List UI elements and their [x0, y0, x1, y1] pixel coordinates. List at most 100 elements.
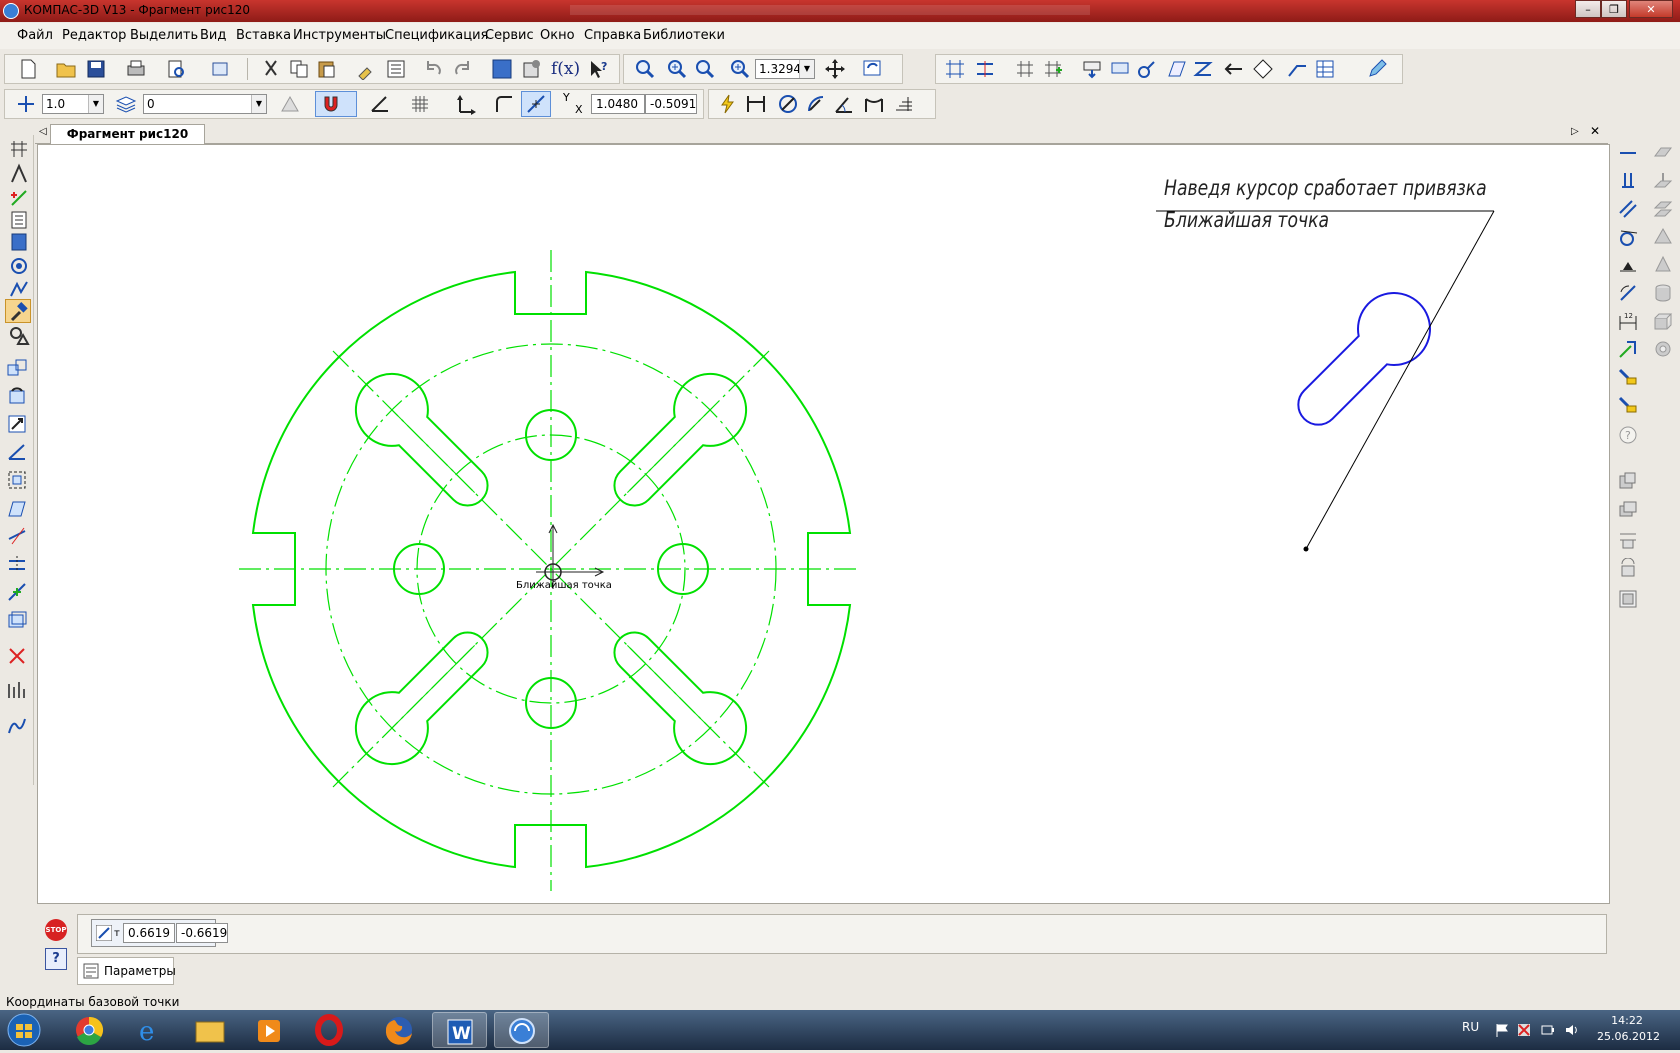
collinear-icon[interactable]	[1617, 282, 1639, 304]
contour-icon[interactable]	[6, 609, 28, 631]
menu-edit[interactable]: Редактор	[62, 28, 126, 43]
dimension-icon[interactable]	[944, 58, 966, 80]
trim-icon[interactable]	[6, 525, 28, 547]
angle-dimension-icon[interactable]	[833, 93, 855, 115]
copy-icon[interactable]	[288, 58, 310, 80]
leader-icon[interactable]	[1286, 58, 1308, 80]
menu-libraries[interactable]: Библиотеки	[643, 28, 725, 43]
solid-gear-icon[interactable]	[1652, 338, 1674, 360]
base-x-field[interactable]: 0.6619	[123, 923, 175, 943]
volume-icon[interactable]	[1564, 1022, 1580, 1038]
restore-button[interactable]: ❐	[1601, 0, 1627, 18]
diamond-icon[interactable]	[1252, 58, 1274, 80]
coord-y-field[interactable]: -0.5091	[645, 94, 697, 114]
menu-view[interactable]: Вид	[200, 28, 226, 43]
layer-combo[interactable]: 0 ▼	[143, 94, 267, 114]
zigzag-icon[interactable]	[1192, 58, 1214, 80]
power-icon[interactable]	[1540, 1022, 1556, 1038]
symmetry-icon[interactable]	[6, 441, 28, 463]
snap-point-button[interactable]	[521, 91, 551, 117]
dimensions-panel-icon[interactable]	[8, 187, 30, 209]
undo-icon[interactable]	[423, 58, 445, 80]
fx-button[interactable]: f(x)	[551, 59, 580, 79]
layers-icon[interactable]	[115, 93, 137, 115]
menu-help[interactable]: Справка	[584, 28, 641, 43]
solid-box-icon[interactable]	[1652, 310, 1674, 332]
open-folder-icon[interactable]	[55, 58, 77, 80]
edit-panel-button[interactable]	[5, 299, 31, 323]
edit-pencil-icon[interactable]	[1366, 58, 1388, 80]
print-preview-icon[interactable]	[165, 58, 187, 80]
align-icon[interactable]	[974, 58, 996, 80]
view-move-icon[interactable]	[1617, 528, 1639, 550]
base-y-field[interactable]: -0.6619	[176, 923, 228, 943]
tab-document[interactable]: Фрагмент рис120	[50, 124, 205, 144]
shapes-icon[interactable]	[8, 325, 30, 347]
tangent-icon[interactable]	[1617, 226, 1639, 248]
tray-language[interactable]: RU	[1462, 1020, 1479, 1034]
tab-parameters[interactable]: Параметры	[77, 957, 176, 985]
chevron-down-icon[interactable]: ▼	[799, 60, 814, 78]
menu-service[interactable]: Сервис	[485, 28, 534, 43]
menu-select[interactable]: Выделить	[130, 28, 198, 43]
properties-icon[interactable]	[210, 58, 232, 80]
menu-insert[interactable]: Вставка	[236, 28, 291, 43]
manager-icon[interactable]	[491, 58, 513, 80]
minimize-button[interactable]: –	[1575, 0, 1601, 18]
menu-window[interactable]: Окно	[540, 28, 575, 43]
cursor-step-icon[interactable]	[15, 93, 37, 115]
list-icon[interactable]	[385, 58, 407, 80]
align-tool-icon[interactable]	[6, 679, 28, 701]
perpendicular-icon[interactable]	[1617, 338, 1639, 360]
style-icon[interactable]	[279, 93, 301, 115]
view-rotate-icon[interactable]	[1617, 558, 1639, 580]
zoom-scale-icon[interactable]	[729, 58, 751, 80]
parametrization-icon[interactable]	[8, 255, 30, 277]
screen-icon[interactable]	[1109, 58, 1131, 80]
cut-icon[interactable]	[260, 58, 282, 80]
fixed-size-icon[interactable]: 12	[1617, 310, 1639, 332]
view-layout-icon[interactable]	[1617, 588, 1639, 610]
variables-icon[interactable]	[521, 58, 543, 80]
flag-icon[interactable]	[1494, 1022, 1510, 1038]
tab-scroll-right-icon[interactable]: ▷	[1571, 126, 1579, 137]
solid-surface-icon[interactable]	[1652, 198, 1674, 220]
drawing-canvas[interactable]: Ближайшая точка Наведя курсор сработает …	[37, 144, 1610, 904]
step-combo[interactable]: 1.0 ▼	[42, 94, 104, 114]
geometry-panel-icon[interactable]	[8, 139, 30, 161]
deform-icon[interactable]	[6, 497, 28, 519]
table-icon[interactable]	[1314, 58, 1336, 80]
taskbar-explorer[interactable]	[182, 1012, 237, 1048]
context-help-icon[interactable]: ?	[587, 58, 609, 80]
coord-x-field[interactable]: 1.0480	[591, 94, 645, 114]
grid-points-icon[interactable]	[1014, 58, 1036, 80]
constraint-icon[interactable]	[1617, 366, 1639, 388]
move-icon[interactable]	[6, 357, 28, 379]
menu-tools[interactable]: Инструменты	[293, 28, 386, 43]
menu-specification[interactable]: Спецификация	[385, 28, 488, 43]
print-icon[interactable]	[125, 58, 147, 80]
solid-pyramid-icon[interactable]	[1652, 226, 1674, 248]
view-3d-icon[interactable]	[1617, 470, 1639, 492]
constraint-add-icon[interactable]	[1617, 394, 1639, 416]
paste-icon[interactable]	[316, 58, 338, 80]
arc-point-icon[interactable]	[1136, 58, 1158, 80]
tab-close-icon[interactable]: ✕	[1590, 124, 1600, 138]
linear-dimension-icon[interactable]	[745, 93, 767, 115]
radius-dimension-icon[interactable]	[805, 93, 827, 115]
save-icon[interactable]	[85, 58, 107, 80]
taskbar-ie[interactable]: e	[122, 1012, 177, 1048]
format-brush-icon[interactable]	[355, 58, 377, 80]
taskbar-word[interactable]: W	[432, 1012, 487, 1048]
measure-icon[interactable]	[8, 277, 30, 299]
zoom-dynamic-icon[interactable]	[694, 58, 716, 80]
line-tool-icon[interactable]	[8, 163, 30, 185]
roughness-icon[interactable]	[893, 93, 915, 115]
parallel-icon[interactable]	[1617, 198, 1639, 220]
close-button[interactable]: ✕	[1629, 0, 1673, 18]
auto-dimension-icon[interactable]	[717, 93, 739, 115]
network-error-icon[interactable]	[1516, 1022, 1532, 1038]
scale-icon[interactable]	[6, 413, 28, 435]
chevron-down-icon[interactable]: ▼	[88, 95, 103, 113]
taskbar-opera[interactable]	[302, 1012, 357, 1048]
